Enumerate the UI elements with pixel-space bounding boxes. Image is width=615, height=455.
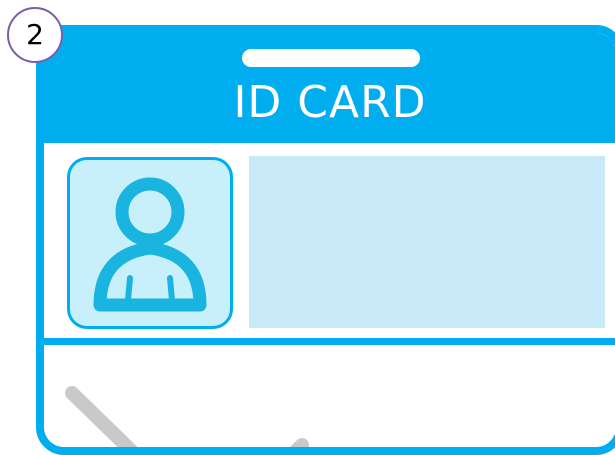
photo-frame <box>67 157 233 329</box>
info-box <box>249 156 605 328</box>
person-silhouette-icon <box>93 177 207 312</box>
lanyard-strap <box>65 386 309 447</box>
step-number-badge: 2 <box>7 7 63 63</box>
id-card: ID CARD <box>36 25 615 455</box>
step-number: 2 <box>26 18 44 51</box>
card-title: ID CARD <box>233 77 427 128</box>
card-lower-area <box>44 345 615 447</box>
card-divider <box>44 338 615 345</box>
card-header: ID CARD <box>44 33 615 143</box>
lanyard-slot <box>242 49 420 67</box>
